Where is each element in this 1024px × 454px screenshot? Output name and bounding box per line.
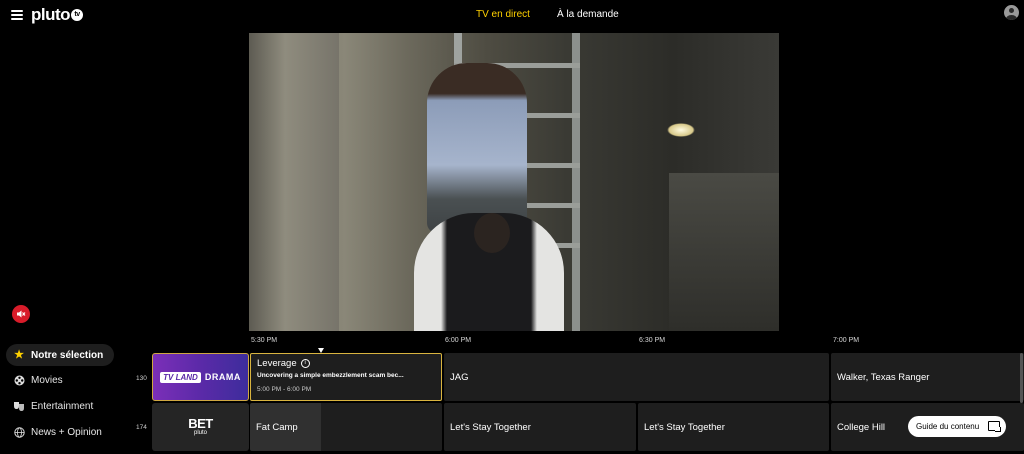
- sidebar-item-label: Entertainment: [31, 400, 94, 412]
- content-guide-button[interactable]: Guide du contenu: [908, 416, 1006, 437]
- sidebar-item-label: Movies: [31, 374, 63, 386]
- top-bar: pluto tv TV en direct À la demande: [0, 0, 1024, 30]
- program-cell[interactable]: Let's Stay Together: [444, 403, 636, 451]
- program-current[interactable]: Leverage i Uncovering a simple embezzlem…: [250, 353, 442, 401]
- timeline-label: 5:30 PM: [251, 337, 278, 344]
- guide-scrollbar[interactable]: [1020, 353, 1023, 403]
- channel-number: 174: [136, 424, 147, 431]
- sidebar-item-movies[interactable]: Movies: [6, 369, 114, 391]
- program-cell[interactable]: Fat Camp: [250, 403, 442, 451]
- timeline-label: 7:00 PM: [833, 337, 860, 344]
- program-cell[interactable]: Let's Stay Together: [638, 403, 829, 451]
- unmute-button[interactable]: [12, 305, 30, 323]
- sidebar-item-label: News + Opinion: [31, 426, 102, 438]
- sidebar-item-news-opinion[interactable]: News + Opinion: [6, 421, 114, 443]
- tab-live-tv[interactable]: TV en direct: [476, 9, 530, 20]
- timeline-label: 6:30 PM: [639, 337, 666, 344]
- video-player[interactable]: [249, 33, 779, 331]
- channel-logo-text: DRAMA: [204, 372, 241, 382]
- program-title: JAG: [450, 371, 469, 383]
- theater-masks-icon: [13, 400, 25, 412]
- program-cell[interactable]: JAG: [444, 353, 829, 401]
- content-guide-label: Guide du contenu: [916, 422, 980, 431]
- muted-speaker-icon: [17, 310, 26, 318]
- tab-on-demand[interactable]: À la demande: [557, 9, 619, 20]
- program-title: Walker, Texas Ranger: [837, 371, 930, 383]
- program-title: Let's Stay Together: [450, 421, 531, 433]
- guide-screen-icon: [988, 421, 1001, 432]
- user-account-icon[interactable]: [1004, 5, 1019, 20]
- globe-icon: [13, 426, 25, 438]
- film-reel-icon: [13, 374, 25, 386]
- channel-logo-text: BET: [188, 416, 213, 431]
- program-description: Uncovering a simple embezzlement scam be…: [257, 372, 404, 379]
- sidebar-item-label: Notre sélection: [31, 349, 104, 361]
- info-icon[interactable]: i: [300, 359, 310, 368]
- channel-number: 130: [136, 375, 147, 382]
- menu-icon[interactable]: [11, 10, 23, 20]
- star-icon: ★: [14, 349, 24, 361]
- program-time: 5:00 PM - 6:00 PM: [257, 386, 312, 393]
- logo-badge: tv: [71, 9, 84, 21]
- channel-logo-tvland-drama[interactable]: TV LAND DRAMA: [152, 353, 249, 401]
- logo-text: pluto: [31, 5, 71, 24]
- program-title: Let's Stay Together: [644, 421, 725, 433]
- program-cell[interactable]: Walker, Texas Ranger: [831, 353, 1024, 401]
- channel-logo-sub: pluto: [193, 430, 207, 436]
- sidebar-item-entertainment[interactable]: Entertainment: [6, 395, 114, 417]
- tvland-badge: TV LAND: [160, 371, 201, 383]
- pluto-logo[interactable]: pluto tv: [31, 5, 84, 25]
- sidebar-item-notre-selection[interactable]: ★ Notre sélection: [6, 344, 114, 366]
- program-title: Leverage: [257, 358, 297, 369]
- timeline-label: 6:00 PM: [445, 337, 472, 344]
- program-title: Fat Camp: [256, 421, 298, 433]
- channel-logo-bet-pluto[interactable]: BET pluto: [152, 403, 249, 451]
